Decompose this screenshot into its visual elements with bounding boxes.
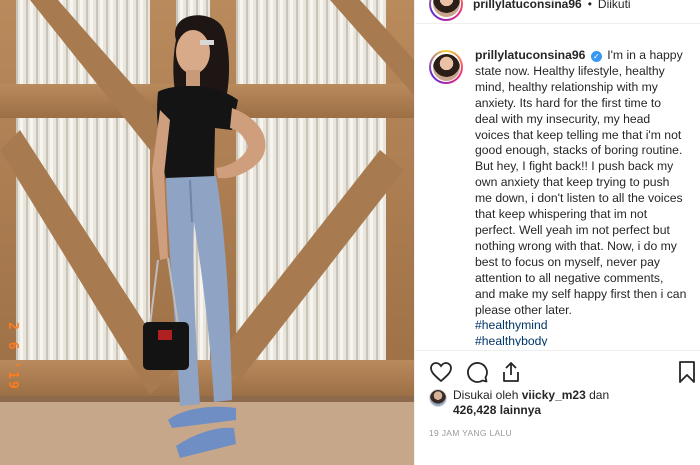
caption-username[interactable]: prillylatuconsina96 — [475, 48, 585, 62]
header-separator: • — [587, 0, 592, 11]
bookmark-icon[interactable] — [675, 360, 699, 384]
post-side-panel: prillylatuconsina96 • Diikuti prillylatu… — [414, 0, 700, 465]
liker-avatar[interactable] — [429, 389, 447, 407]
follow-status-button[interactable]: Diikuti — [598, 0, 631, 11]
post-photo[interactable]: 2 6 '19 — [0, 0, 414, 465]
share-icon[interactable] — [499, 360, 523, 384]
caption-avatar[interactable] — [429, 50, 463, 84]
header-username[interactable]: prillylatuconsina96 — [473, 0, 582, 11]
post-timestamp[interactable]: 19 JAM YANG LALU — [429, 428, 512, 438]
likes-count[interactable]: 426,428 — [453, 403, 496, 417]
likes-suffix[interactable]: lainnya — [500, 403, 541, 417]
avatar-image — [432, 0, 460, 17]
caption-avatar-image — [432, 53, 460, 81]
caption-area: prillylatuconsina96 ✓ I'm in a happy sta… — [415, 44, 700, 346]
post-header: prillylatuconsina96 • Diikuti — [415, 0, 700, 24]
comment-icon[interactable] — [465, 360, 489, 384]
heart-icon[interactable] — [429, 360, 453, 384]
photo-illustration — [0, 0, 414, 465]
hashtag-link[interactable]: #healthymind — [475, 318, 687, 334]
hashtag-link[interactable]: #healthybody — [475, 334, 687, 346]
post-actions-bar — [415, 350, 700, 390]
likes-joiner: dan — [589, 388, 610, 402]
header-avatar[interactable] — [429, 0, 463, 21]
caption-text: prillylatuconsina96 ✓ I'm in a happy sta… — [475, 48, 687, 346]
verified-badge-icon: ✓ — [590, 51, 602, 62]
likes-prefix: Disukai oleh — [453, 388, 519, 402]
liker-username[interactable]: viicky_m23 — [522, 388, 586, 402]
likes-text: Disukai oleh viicky_m23 dan 426,428 lain… — [453, 388, 609, 418]
likes-summary: Disukai oleh viicky_m23 dan 426,428 lain… — [429, 388, 695, 418]
caption-body: I'm in a happy state now. Healthy lifest… — [475, 48, 687, 317]
photo-date-stamp: 2 6 '19 — [5, 322, 20, 391]
